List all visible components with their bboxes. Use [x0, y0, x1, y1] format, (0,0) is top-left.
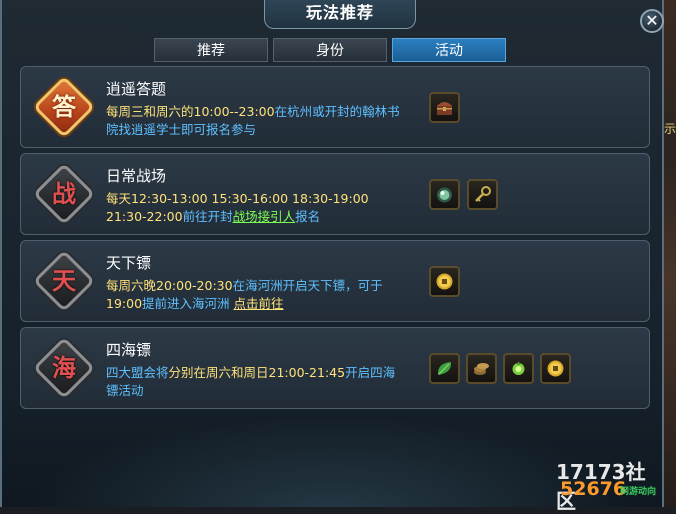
desc-text: 前往开封 [182, 209, 233, 224]
desc-text: 报名 [295, 209, 321, 224]
badge-escort-icon: 天 [52, 266, 76, 295]
activity-title: 四海镖 [106, 341, 152, 359]
watermark-number: 52676 [560, 478, 627, 500]
watermark-logo: 17173社区 52676 网游动向 [556, 456, 664, 513]
coin-stack-icon [474, 363, 489, 375]
reward-slot[interactable] [540, 353, 571, 384]
desc-time: 19:00 [106, 296, 143, 311]
desc-time: 每周六晚20:00-20:30 [106, 278, 233, 293]
npc-link[interactable]: 战场接引人 [233, 209, 296, 224]
gold-coin-icon [547, 360, 564, 377]
tab-identity[interactable]: 身份 [273, 38, 387, 62]
activity-card-four-seas[interactable]: 海 四海镖 四大盟会将分别在周六和周日21:00-21:45开启四海镖活动 [20, 327, 650, 409]
activity-card-escort[interactable]: 天 天下镖 每周六晚20:00-20:30在海河洲开启天下镖，可于 19:00提前… [20, 240, 650, 322]
badge-sea-icon: 海 [52, 353, 76, 382]
green-herb-icon [512, 361, 525, 375]
activity-recommend-window: 玩法推荐 ✕ 推荐 身份 活动 答 逍遥答题 每周三和周六的10:00--23:… [0, 0, 666, 507]
reward-slot[interactable] [429, 179, 460, 210]
reward-slot[interactable] [429, 92, 460, 123]
activity-description: 每天12:30-13:00 15:30-16:00 18:30-19:00 21… [106, 190, 406, 226]
desc-text: 在海河洲开启天下镖，可于 [232, 278, 383, 293]
gold-coin-icon [436, 273, 453, 290]
key-icon [475, 186, 491, 202]
reward-slot[interactable] [466, 353, 497, 384]
reward-slot[interactable] [429, 266, 460, 297]
tab-activity[interactable]: 活动 [392, 38, 506, 62]
tab-recommend[interactable]: 推荐 [154, 38, 268, 62]
close-icon: ✕ [645, 11, 659, 30]
activity-card-battlefield[interactable]: 战 日常战场 每天12:30-13:00 15:30-16:00 18:30-1… [20, 153, 650, 235]
reward-slot[interactable] [429, 353, 460, 384]
desc-text: 四大盟会将 [106, 365, 169, 380]
activity-description: 每周三和周六的10:00--23:00在杭州或开封的翰林书院找逍遥学士即可报名参… [106, 103, 406, 139]
desc-time: 分别在周六和周日21:00-21:45 [168, 365, 346, 380]
window-title: 玩法推荐 [264, 0, 416, 29]
green-leaf-icon [437, 362, 452, 375]
background-scene-text: 示 [664, 122, 676, 136]
activity-title: 日常战场 [106, 167, 167, 185]
goto-link[interactable]: 点击前往 [234, 296, 284, 311]
close-button[interactable]: ✕ [640, 9, 664, 33]
activity-description: 四大盟会将分别在周六和周日21:00-21:45开启四海镖活动 [106, 364, 406, 400]
jade-orb-icon [437, 187, 452, 203]
reward-slot[interactable] [467, 179, 498, 210]
desc-time: 每周三和周六的10:00--23:00 [106, 104, 275, 119]
desc-text: 提前进入海河洲 [142, 296, 234, 311]
activity-title: 天下镖 [106, 254, 152, 272]
badge-battle-icon: 战 [52, 179, 76, 208]
activity-card-answer[interactable]: 答 逍遥答题 每周三和周六的10:00--23:00在杭州或开封的翰林书院找逍遥… [20, 66, 650, 148]
watermark-sub: 网游动向 [620, 487, 657, 497]
reward-slot[interactable] [503, 353, 534, 384]
treasure-chest-icon [437, 102, 452, 115]
badge-answer-icon: 答 [52, 92, 76, 121]
activity-description: 每周六晚20:00-20:30在海河洲开启天下镖，可于19:00提前进入海河洲 … [106, 277, 406, 313]
activity-title: 逍遥答题 [106, 80, 167, 98]
